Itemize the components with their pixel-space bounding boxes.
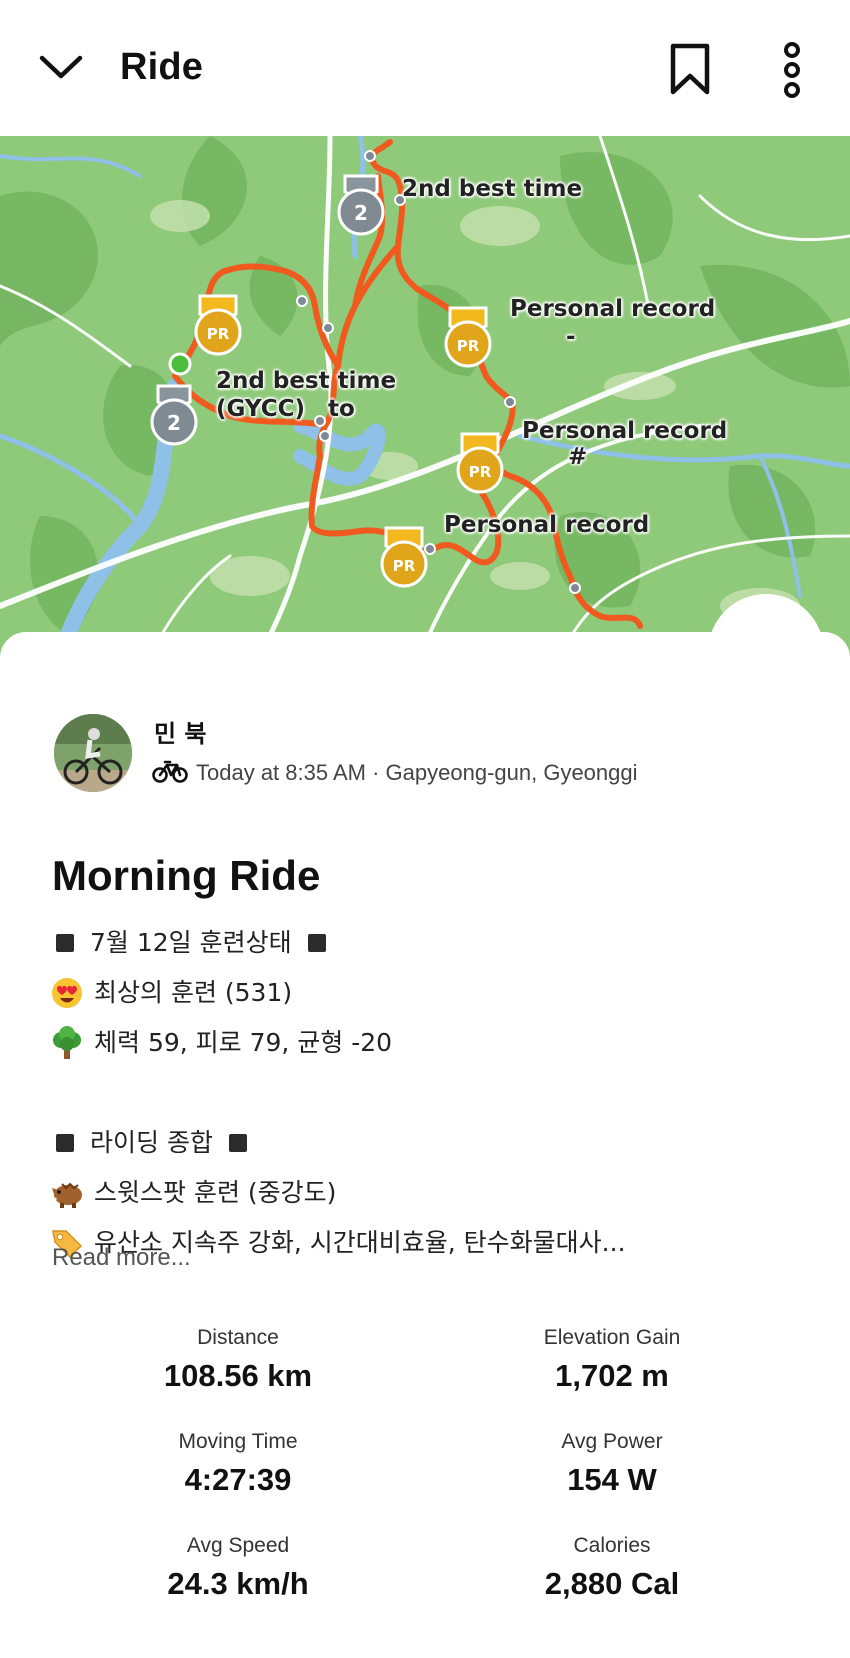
heart-eyes-emoji-icon (50, 976, 84, 1010)
stat-value: 4:27:39 (184, 1462, 292, 1497)
black-square-icon (228, 1134, 247, 1152)
more-vertical-icon[interactable] (776, 42, 808, 98)
stat-elevation-gain: Elevation Gain 1,702 m (442, 1326, 782, 1394)
black-square-icon (56, 1134, 74, 1152)
segment-label: (GYCC) (216, 396, 305, 422)
svg-text:PR: PR (207, 325, 230, 343)
stat-value: 1,702 m (555, 1358, 669, 1393)
athlete-name[interactable]: 민 북 (154, 714, 207, 749)
svg-text:PR: PR (457, 337, 480, 355)
segment-label: 2nd best time (216, 368, 397, 394)
personal-record-medal-icon[interactable]: PR (192, 294, 244, 358)
segment-label: 2nd best time (402, 176, 583, 202)
stat-label: Avg Speed (186, 1534, 290, 1557)
activity-time-location: Today at 8:35 AM · Gapyeong-gun, Gyeongg… (196, 760, 638, 785)
personal-record-medal-icon[interactable]: PR (378, 526, 430, 590)
svg-text:2: 2 (167, 411, 181, 435)
segment-label: Personal record (522, 418, 728, 444)
stat-distance: Distance 108.56 km (68, 1326, 408, 1394)
stat-label: Avg Power (561, 1430, 663, 1453)
route-map[interactable]: 2 PR PR 2 PR PR 2nd best time Personal r… (0, 136, 850, 656)
bike-icon (152, 759, 188, 788)
black-square-icon (56, 934, 74, 952)
personal-record-medal-icon[interactable]: PR (442, 306, 494, 370)
second-best-medal-icon[interactable]: 2 (335, 174, 387, 238)
tree-emoji-icon (50, 1026, 84, 1060)
segment-label: to (328, 396, 355, 422)
segment-label: Personal record (444, 512, 650, 538)
stat-value: 154 W (567, 1462, 657, 1497)
description-line: 최상의 훈련 (531) (50, 968, 810, 1018)
top-bar: Ride (0, 0, 850, 136)
segment-label: # (568, 444, 588, 470)
stat-moving-time: Moving Time 4:27:39 (68, 1430, 408, 1498)
personal-record-medal-icon[interactable]: PR (454, 432, 506, 496)
boar-emoji-icon (50, 1176, 84, 1210)
chevron-down-icon[interactable] (38, 48, 84, 88)
stat-label: Calories (573, 1534, 651, 1557)
avatar[interactable] (54, 714, 132, 792)
stat-value: 24.3 km/h (167, 1566, 309, 1601)
activity-description: 7월 12일 훈련상태 최상의 훈련 (531) 체력 59, 피로 79, 균… (50, 918, 810, 1268)
stat-value: 108.56 km (163, 1358, 313, 1393)
description-line: 스윗스팟 훈련 (중강도) (50, 1168, 810, 1218)
activity-title: Morning Ride (52, 852, 321, 899)
read-more-link[interactable]: Read more... (52, 1244, 191, 1272)
stat-avg-power: Avg Power 154 W (442, 1430, 782, 1498)
activity-meta: Today at 8:35 AM · Gapyeong-gun, Gyeongg… (152, 758, 638, 788)
description-line: 체력 59, 피로 79, 균형 -20 (50, 1018, 810, 1068)
svg-text:2: 2 (354, 201, 368, 225)
stat-value: 2,880 Cal (544, 1566, 680, 1601)
page-title: Ride (120, 46, 204, 88)
svg-text:PR: PR (469, 463, 492, 481)
segment-label: Personal record (510, 296, 716, 322)
description-line: 라이딩 종합 (50, 1118, 810, 1168)
stat-label: Moving Time (178, 1430, 298, 1453)
segment-label: - (566, 324, 576, 350)
svg-text:PR: PR (393, 557, 416, 575)
stat-calories: Calories 2,880 Cal (442, 1534, 782, 1602)
stat-avg-speed: Avg Speed 24.3 km/h (68, 1534, 408, 1602)
second-best-medal-icon[interactable]: 2 (148, 384, 200, 448)
bookmark-icon[interactable] (668, 42, 712, 98)
stat-label: Distance (197, 1326, 279, 1349)
description-line: 7월 12일 훈련상태 (50, 918, 810, 968)
black-square-icon (307, 934, 326, 952)
stat-label: Elevation Gain (543, 1326, 681, 1349)
